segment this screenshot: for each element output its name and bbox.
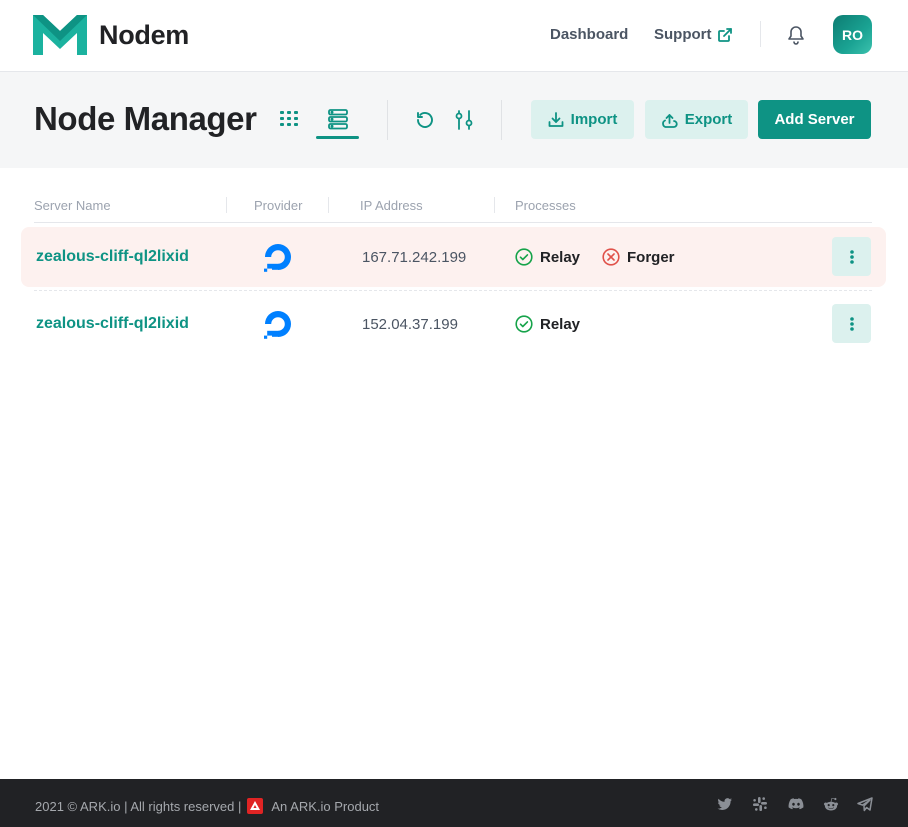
- column-separator: [328, 197, 329, 213]
- export-label: Export: [684, 111, 733, 128]
- grid-view-icon[interactable]: [278, 108, 300, 130]
- user-avatar[interactable]: RO: [833, 15, 872, 54]
- nodem-logo[interactable]: [33, 15, 87, 55]
- row-more-button[interactable]: [832, 237, 871, 276]
- table-row[interactable]: zealous-cliff-ql2lixid 167.71.242.199 Re…: [21, 227, 886, 287]
- nav-support-link[interactable]: Support: [654, 26, 732, 43]
- vertical-dots-icon: [849, 249, 854, 264]
- column-header-server-name[interactable]: Server Name: [34, 198, 111, 213]
- import-label: Import: [570, 111, 618, 128]
- ark-logo-icon: [247, 798, 264, 814]
- brand-name: Nodem: [99, 20, 190, 50]
- bell-icon[interactable]: [786, 24, 806, 46]
- ip-address: 167.71.242.199: [362, 249, 467, 266]
- nav-support-label: Support: [654, 26, 712, 43]
- refresh-icon[interactable]: [414, 109, 436, 131]
- twitter-icon[interactable]: [717, 796, 733, 812]
- row-more-button[interactable]: [832, 304, 871, 343]
- active-view-indicator: [316, 136, 359, 139]
- footer-text: 2021 © ARK.io | All rights reserved | An…: [35, 798, 379, 814]
- telegram-icon[interactable]: [857, 796, 873, 812]
- copyright-text: 2021 © ARK.io | All rights reserved |: [35, 798, 242, 814]
- header-divider: [501, 100, 502, 140]
- page-title: Node Manager: [34, 100, 257, 137]
- export-button[interactable]: Export: [645, 100, 748, 139]
- filter-sliders-icon[interactable]: [453, 109, 475, 131]
- top-navbar: Nodem Dashboard Support RO: [0, 0, 908, 72]
- row-divider: [34, 290, 872, 291]
- header-divider: [387, 100, 388, 140]
- download-icon: [548, 111, 564, 127]
- process-label: Relay: [540, 315, 581, 333]
- import-button[interactable]: Import: [531, 100, 634, 139]
- x-circle-icon: [602, 248, 620, 266]
- ip-address: 152.04.37.199: [362, 316, 458, 333]
- reddit-icon[interactable]: [823, 796, 839, 812]
- digitalocean-icon: [264, 311, 291, 339]
- column-header-processes[interactable]: Processes: [515, 198, 576, 213]
- column-separator: [226, 197, 227, 213]
- column-separator: [494, 197, 495, 213]
- process-label: Relay: [540, 248, 581, 266]
- list-view-icon[interactable]: [327, 108, 349, 130]
- process-status: Relay: [515, 248, 580, 266]
- upload-cloud-icon: [661, 113, 678, 128]
- slack-icon[interactable]: [752, 796, 768, 812]
- process-status: Forger: [602, 248, 675, 266]
- table-header: Server Name Provider IP Address Processe…: [34, 190, 872, 223]
- nav-divider: [760, 21, 761, 47]
- process-label: Forger: [627, 248, 675, 266]
- page-header: Node Manager Import Export Add Server: [0, 72, 908, 168]
- external-link-icon: [718, 28, 732, 42]
- server-name-link[interactable]: zealous-cliff-ql2lixid: [36, 248, 189, 266]
- digitalocean-icon: [264, 244, 291, 272]
- table-row[interactable]: zealous-cliff-ql2lixid 152.04.37.199 Rel…: [21, 294, 886, 354]
- nav-dashboard-link[interactable]: Dashboard: [550, 26, 628, 43]
- process-status: Relay: [515, 315, 580, 333]
- server-name-link[interactable]: zealous-cliff-ql2lixid: [36, 315, 189, 333]
- footer: 2021 © ARK.io | All rights reserved | An…: [0, 779, 908, 827]
- column-header-ip-address[interactable]: IP Address: [360, 198, 423, 213]
- discord-icon[interactable]: [788, 796, 804, 812]
- vertical-dots-icon: [849, 316, 854, 331]
- product-text[interactable]: An ARK.io Product: [271, 799, 379, 814]
- check-circle-icon: [515, 248, 533, 266]
- add-server-button[interactable]: Add Server: [758, 100, 871, 139]
- check-circle-icon: [515, 315, 533, 333]
- column-header-provider[interactable]: Provider: [254, 198, 302, 213]
